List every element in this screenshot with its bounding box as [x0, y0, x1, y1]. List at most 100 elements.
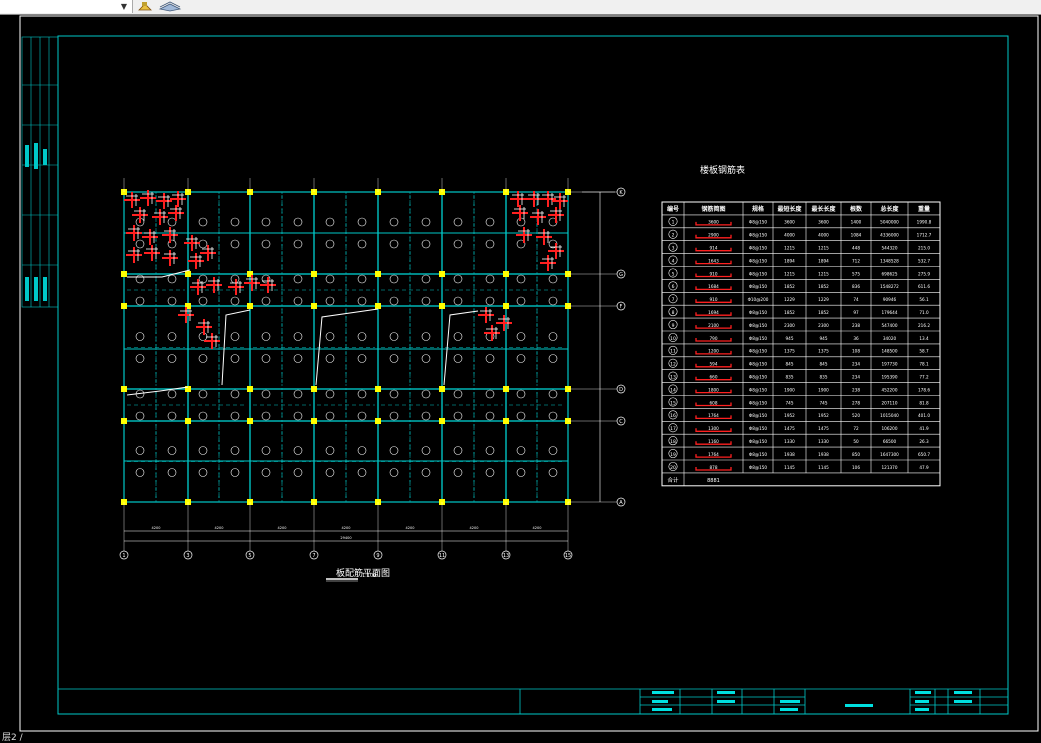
panel-mark-circle: [421, 389, 431, 399]
panel-mark-circle: [357, 468, 367, 477]
panel-mark-circle: [261, 468, 271, 477]
table-cell: Φ8@150: [749, 284, 767, 289]
panel-mark-circle: [389, 389, 399, 399]
table-cell-id: 9: [672, 323, 675, 329]
panel-mark-circle: [325, 274, 335, 284]
column-node: [439, 386, 445, 392]
table-cell: 195390: [882, 375, 898, 380]
table-cell: 106200: [882, 426, 898, 431]
table-cell: 698625: [882, 271, 898, 276]
layer-dropdown[interactable]: [0, 0, 133, 13]
panel-mark-circle: [421, 239, 431, 249]
table-cell: 850: [852, 452, 860, 457]
table-cell: 1229: [784, 297, 795, 302]
table-cell: 745: [786, 400, 794, 405]
table-cell: 121370: [882, 465, 898, 470]
panel-mark-circle: [516, 468, 526, 477]
panel-mark-circle: [421, 332, 431, 341]
panel-mark-circle: [548, 411, 558, 421]
column-node: [439, 271, 445, 277]
table-cell: 1215: [784, 246, 795, 251]
table-header: 编号: [667, 205, 679, 213]
panel-mark-circle: [389, 274, 399, 284]
table-cell: 1938: [784, 452, 795, 457]
panel-mark-circle: [453, 296, 463, 306]
table-cell: 2300: [818, 323, 829, 328]
panel-mark-circle: [135, 354, 145, 363]
command-line[interactable]: 层2 /: [0, 733, 1041, 743]
binding-strip-text: [25, 143, 47, 301]
panel-mark-circle: [421, 217, 431, 227]
table-cell: 1348528: [880, 258, 899, 263]
table-cell: 1475: [818, 426, 829, 431]
column-node: [185, 418, 191, 424]
panel-mark-circle: [516, 274, 526, 284]
layer-states-icon[interactable]: [138, 1, 152, 12]
table-cell: 945: [820, 336, 828, 341]
table-cell: 13.4: [919, 336, 929, 341]
table-cell: Φ8@150: [749, 426, 767, 431]
table-cell: Φ10@200: [748, 297, 769, 302]
table-cell: 845: [786, 362, 794, 367]
table-cell: 1330: [818, 439, 829, 444]
panel-mark-circle: [389, 354, 399, 363]
dimension-text: 4200: [215, 526, 224, 530]
axis-label-11: 11: [439, 553, 445, 559]
panel-mark-circle: [135, 332, 145, 341]
panel-mark-circle: [198, 411, 208, 421]
table-cell: 1952: [818, 413, 829, 418]
panel-mark-circle: [135, 468, 145, 477]
column-node: [503, 303, 509, 309]
panel-mark-circle: [293, 468, 303, 477]
layer-properties-icon[interactable]: [158, 1, 182, 12]
panel-mark-circle: [167, 217, 177, 227]
panel-mark-circle: [293, 296, 303, 306]
column-node: [121, 386, 127, 392]
panel-mark-circle: [389, 446, 399, 455]
panel-mark-circle: [325, 468, 335, 477]
table-cell: 547400: [882, 323, 898, 328]
panel-mark-circle: [135, 274, 145, 284]
panel-mark-circle: [421, 354, 431, 363]
table-cell: 4336000: [880, 233, 899, 238]
table-cell: 1938: [818, 452, 829, 457]
table-cell: 34020: [883, 336, 897, 341]
rebar-schedule-table: 编号 钢筋简图 规格 最短长度 最长长度 根数 总长度 重量1 3600 Φ8@150 3600 36…: [661, 201, 941, 487]
column-node: [375, 386, 381, 392]
table-cell: 215.0: [918, 246, 930, 251]
table-cell: 178.6: [918, 387, 930, 392]
panel-mark-circle: [293, 411, 303, 421]
panel-mark-circle: [167, 274, 177, 284]
table-cell: 5040000: [880, 220, 899, 225]
table-cell: 1684: [708, 284, 719, 289]
axis-label-K: K: [619, 190, 623, 196]
table-cell: 1548272: [880, 284, 899, 289]
panel-mark-circle: [516, 354, 526, 363]
title-block: [58, 688, 1008, 714]
panel-mark-circle: [230, 468, 240, 477]
drawing-canvas[interactable]: K G F D C A 4200 4200 4200 4200 4200 4200 4200 29400 1…: [0, 15, 1041, 733]
panel-mark-circle: [261, 217, 271, 227]
panel-mark-circle: [485, 468, 495, 477]
table-cell: 1200: [708, 349, 719, 354]
panel-mark-circle: [548, 389, 558, 399]
column-node: [121, 303, 127, 309]
panel-mark-circle: [230, 332, 240, 341]
table-cell: 650.7: [918, 452, 930, 457]
table-cell: 179644: [882, 310, 898, 315]
column-node: [375, 418, 381, 424]
table-cell: 1764: [708, 413, 719, 418]
panel-mark-circle: [548, 354, 558, 363]
table-cell-id: 15: [670, 400, 676, 406]
table-cell: 1852: [784, 310, 795, 315]
table-cell: Φ8@150: [749, 439, 767, 444]
table-cell: 81.8: [919, 400, 929, 405]
column-node: [121, 418, 127, 424]
table-cell-id: 14: [670, 387, 676, 393]
panel-mark-circle: [230, 217, 240, 227]
column-node: [311, 386, 317, 392]
axis-label-1: 1: [122, 553, 125, 559]
panel-mark-circle: [293, 239, 303, 249]
chevron-down-icon[interactable]: ▼: [118, 1, 130, 12]
table-cell-id: 13: [670, 375, 676, 381]
